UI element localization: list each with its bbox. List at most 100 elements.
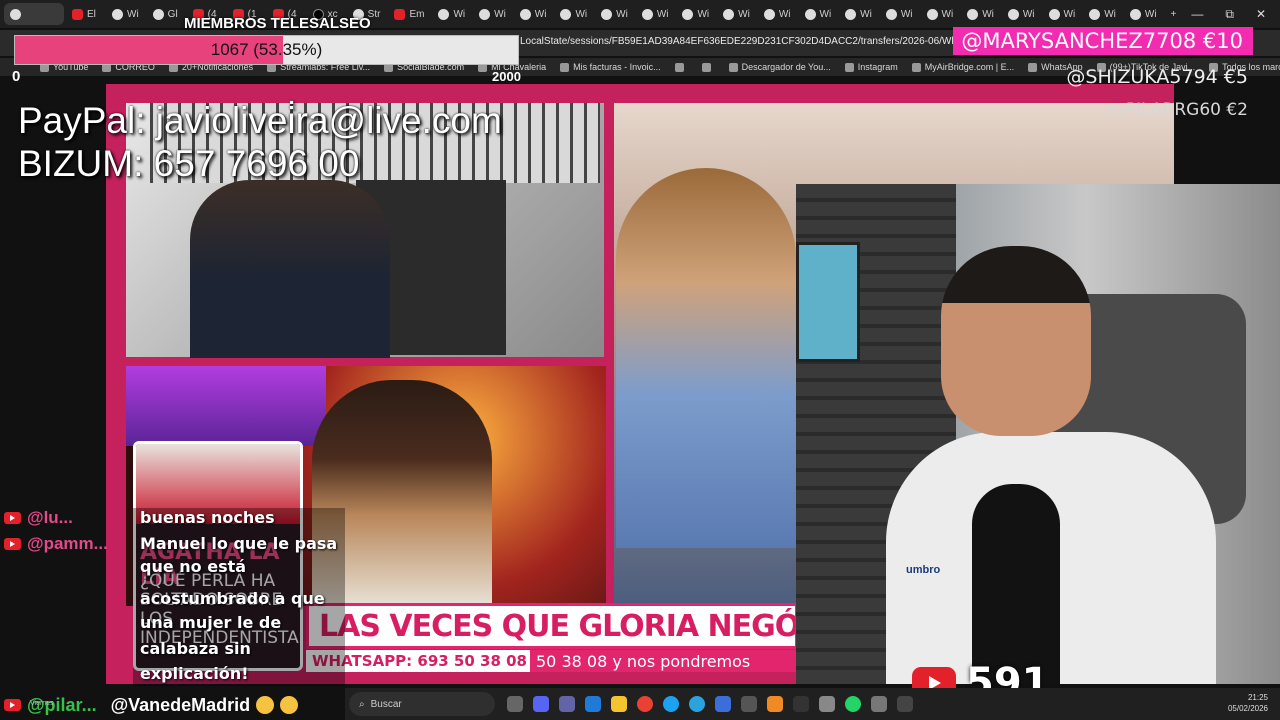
browser-tab[interactable]: Wi (1124, 3, 1163, 25)
url-text[interactable]: LocalState/sessions/FB59E1AD39A84EF636ED… (520, 36, 972, 47)
taskbar: ⌕ Buscar 21:25 05/02/2026 (345, 688, 1280, 720)
taskbar-search[interactable]: ⌕ Buscar (349, 692, 495, 716)
tab-favicon-icon (926, 8, 938, 20)
bookmark-icon (844, 62, 854, 72)
bookmark-label: Descargador de You... (741, 62, 831, 72)
mail-icon[interactable] (585, 696, 601, 712)
tab-label: Em (409, 8, 425, 20)
emoji-icon (280, 696, 299, 714)
bookmark-item[interactable]: Instagram (844, 62, 898, 72)
emoji-icon (256, 696, 275, 714)
youtube-icon (4, 538, 21, 550)
tab-favicon-icon (1129, 8, 1141, 20)
browser-tab[interactable]: Wi (595, 3, 634, 25)
browser-tab[interactable]: Wi (514, 3, 553, 25)
tab-label: Wi (941, 8, 954, 20)
bookmark-icon (1028, 62, 1038, 72)
browser-tab[interactable]: Gl (147, 3, 185, 25)
tab-label: Wi (494, 8, 506, 20)
tab-favicon-icon (72, 8, 83, 20)
bookmark-icon (560, 62, 570, 72)
telegram-icon[interactable] (689, 696, 705, 712)
app-icon[interactable] (767, 696, 783, 712)
bizum-text: BIZUM: 657 7696 00 (18, 143, 360, 184)
browser-tab[interactable]: Wi (717, 3, 756, 25)
browser-tab[interactable]: Wi (839, 3, 878, 25)
browser-tab[interactable]: Wi (473, 3, 512, 25)
tab-label: Wi (819, 8, 832, 20)
bookmark-item[interactable]: Descargador de You... (728, 62, 831, 72)
bookmark-label: MyAirBridge.com | E... (924, 62, 1015, 72)
chat-app-icon[interactable] (897, 696, 913, 712)
window-controls: — ⧉ ✕ (1191, 0, 1280, 28)
tab-label: Wi (1104, 8, 1116, 20)
chat-row: @pamm... (4, 534, 108, 554)
tab-favicon-icon (763, 8, 775, 20)
browser-tab[interactable]: Wi (432, 3, 471, 25)
members-progress-text: 1067 (53.35%) (210, 40, 323, 59)
browser-tab[interactable]: Em (388, 3, 430, 25)
chat-row: @lu... (4, 508, 73, 528)
tab-favicon-icon (804, 8, 816, 20)
studio-lights (126, 366, 326, 446)
clock-date: 05/02/2026 (1227, 704, 1268, 713)
tv-headline-text: LAS VECES QUE GLORIA NEGÓ A MANU (319, 608, 798, 644)
obs-icon[interactable] (741, 696, 757, 712)
tab-label: El (87, 8, 96, 20)
word-icon[interactable] (715, 696, 731, 712)
tab-label: Wi (860, 8, 872, 20)
app-icon[interactable] (819, 696, 835, 712)
tab-label: Wi (1063, 8, 1076, 20)
browser-tab[interactable]: Wi (880, 3, 919, 25)
chat-username: @pamm... (27, 534, 108, 553)
maximize-button[interactable]: ⧉ (1225, 7, 1234, 22)
chrome-icon[interactable] (637, 696, 653, 712)
browser-tab[interactable]: Wi (961, 3, 1000, 25)
top-donor-2: @SHIZUKA5794 €5 (1066, 66, 1248, 88)
discord-icon[interactable] (533, 696, 549, 712)
browser-tab[interactable]: Wi (758, 3, 797, 25)
bookmark-item[interactable]: Mis facturas - Invoic... (560, 62, 661, 72)
app-icon[interactable] (871, 696, 887, 712)
browser-tab[interactable]: Wi (1002, 3, 1041, 25)
taskbar-apps (507, 696, 913, 712)
browser-tab[interactable]: Wi (676, 3, 715, 25)
browser-tab[interactable]: Wi (106, 3, 145, 25)
app-icon[interactable] (793, 696, 809, 712)
edge-icon[interactable] (663, 696, 679, 712)
bookmark-icon (701, 62, 711, 72)
browser-tab[interactable]: Wi (921, 3, 960, 25)
bookmark-item[interactable] (701, 62, 715, 72)
tab-label: Wi (697, 8, 710, 20)
tab-favicon-icon (438, 8, 450, 20)
tab-label: Wi (900, 8, 913, 20)
chat-message-line: calabaza sin (140, 639, 251, 658)
tab-favicon-icon (519, 8, 531, 20)
bookmark-icon (728, 62, 738, 72)
taskbar-weather-label: Viernes (30, 700, 54, 707)
members-goal-title: MIEMBROS TELESALSEO (184, 15, 371, 32)
folder-icon[interactable] (611, 696, 627, 712)
members-goal-max: 2000 (492, 69, 521, 84)
browser-tab[interactable]: Wi (636, 3, 675, 25)
minimize-button[interactable]: — (1191, 7, 1203, 21)
browser-tab[interactable]: Wi (799, 3, 838, 25)
browser-tab[interactable]: Wi (554, 3, 593, 25)
paypal-text: PayPal: javiolivei̇ra@live.com (18, 100, 502, 141)
task-view-icon[interactable] (507, 696, 523, 712)
teams-icon[interactable] (559, 696, 575, 712)
browser-tab[interactable]: Wi (1083, 3, 1122, 25)
microphone-icon (972, 484, 1060, 684)
tab-favicon-icon (885, 8, 897, 20)
bookmark-item[interactable] (674, 62, 688, 72)
system-clock[interactable]: 21:25 05/02/2026 (1228, 692, 1268, 714)
browser-tab[interactable] (4, 3, 64, 25)
chat-message-line: explicación! (140, 664, 249, 683)
browser-tab[interactable]: El (66, 3, 104, 25)
tab-label: Wi (1022, 8, 1035, 20)
browser-tab[interactable]: Wi (1043, 3, 1082, 25)
bookmark-item[interactable]: MyAirBridge.com | E... (911, 62, 1015, 72)
whatsapp-icon[interactable] (845, 696, 861, 712)
close-window-button[interactable]: ✕ (1256, 7, 1266, 21)
chat-username: @VanedeMadrid (110, 694, 251, 715)
